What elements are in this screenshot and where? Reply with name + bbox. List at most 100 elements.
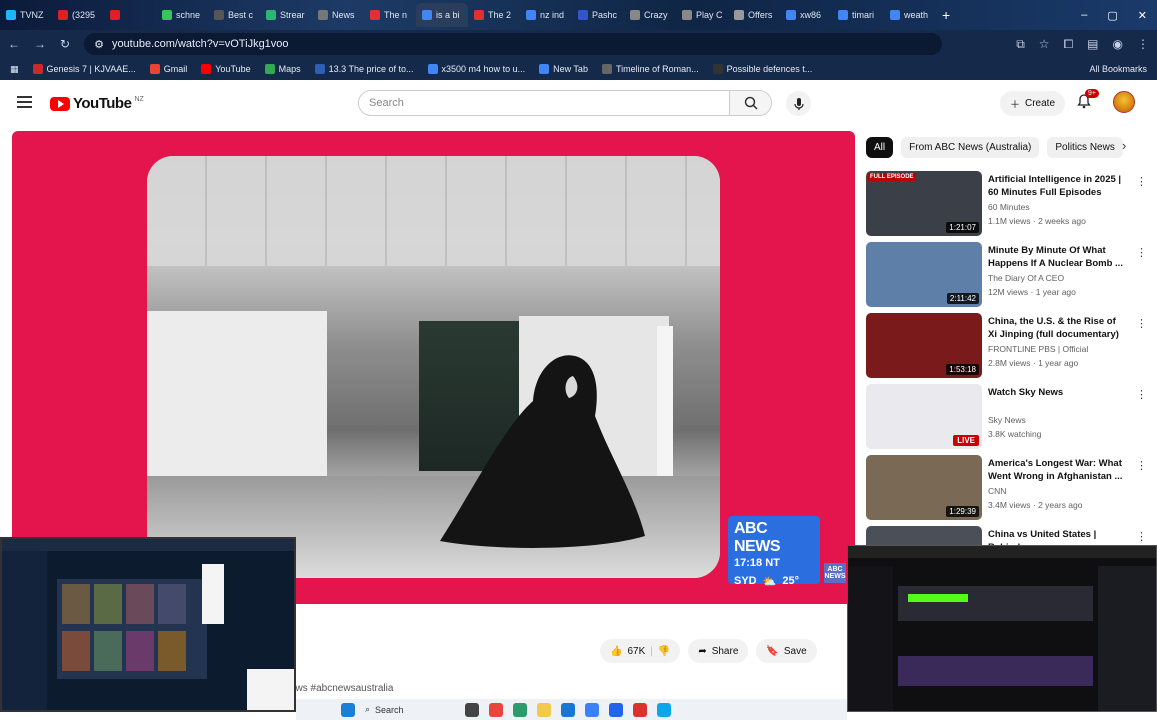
browser-icon[interactable]: [561, 702, 575, 717]
browser-tab[interactable]: schne: [156, 3, 208, 27]
reload-icon[interactable]: ↻: [60, 37, 70, 51]
more-options-icon[interactable]: ⋮: [1136, 388, 1147, 401]
browser-tab[interactable]: (3295: [52, 3, 104, 27]
floating-window-right[interactable]: [847, 545, 1157, 712]
youtube-logo[interactable]: YouTube NZ: [50, 95, 144, 112]
close-icon[interactable]: ✕: [1138, 9, 1147, 22]
browser-tab[interactable]: Crazy: [624, 3, 676, 27]
menu-hamburger-icon[interactable]: [17, 96, 32, 108]
bookmark-item[interactable]: Maps: [264, 64, 301, 74]
save-button[interactable]: 🔖 Save: [756, 639, 817, 663]
windows-start-icon[interactable]: [341, 702, 355, 717]
recommended-video[interactable]: FULL EPISODE 1:21:07 Artificial Intelligen…: [866, 171, 1147, 237]
video-title[interactable]: Artificial Intelligence in 2025 | 60 Min…: [988, 173, 1123, 199]
chevron-right-icon[interactable]: ›: [1122, 138, 1126, 153]
recommended-video[interactable]: 1:29:39 America's Longest War: What Went …: [866, 455, 1147, 521]
channel-name[interactable]: 60 Minutes: [988, 202, 1030, 212]
bookmark-item[interactable]: Timeline of Roman...: [601, 64, 699, 74]
sidebar-icon[interactable]: ▤: [1087, 37, 1098, 52]
channel-name[interactable]: Sky News: [988, 415, 1026, 425]
search-box[interactable]: Search: [358, 90, 772, 116]
maximize-icon[interactable]: ▢: [1107, 9, 1117, 22]
bookmark-item[interactable]: YouTube: [201, 64, 251, 74]
like-button[interactable]: 👍 67K | 👎: [600, 639, 681, 663]
browser-tab[interactable]: [104, 3, 156, 27]
forward-icon[interactable]: →: [34, 37, 46, 51]
bookmark-item[interactable]: x3500 m4 how to u...: [427, 64, 525, 74]
browser-tab[interactable]: nz ind: [520, 3, 572, 27]
video-title[interactable]: Minute By Minute Of What Happens If A Nu…: [988, 244, 1123, 270]
browser-tab[interactable]: News: [312, 3, 364, 27]
menu-icon[interactable]: ⋮: [1137, 37, 1149, 52]
all-bookmarks-button[interactable]: All Bookmarks: [1089, 64, 1147, 74]
video-thumbnail[interactable]: LIVE: [866, 384, 982, 449]
video-thumbnail[interactable]: 2:11:42: [866, 242, 982, 307]
video-thumbnail[interactable]: 1:53:18: [866, 313, 982, 378]
video-title[interactable]: China, the U.S. & the Rise of Xi Jinping…: [988, 315, 1123, 341]
floating-window-left[interactable]: [0, 537, 296, 712]
browser-tab[interactable]: is a bi: [416, 3, 468, 27]
video-title[interactable]: Watch Sky News: [988, 386, 1123, 399]
more-options-icon[interactable]: ⋮: [1136, 246, 1147, 259]
browser-tab[interactable]: Offers: [728, 3, 780, 27]
profile-icon[interactable]: ◉: [1113, 37, 1123, 52]
apps-icon[interactable]: ▦: [10, 64, 19, 75]
install-icon[interactable]: ⧉: [1016, 37, 1025, 52]
share-button[interactable]: ➦ Share: [688, 639, 749, 663]
back-icon[interactable]: ←: [8, 37, 20, 51]
browser-tab[interactable]: The n: [364, 3, 416, 27]
filter-chip[interactable]: From ABC News (Australia): [901, 136, 1040, 158]
address-bar[interactable]: ⚙ youtube.com/watch?v=vOTiJkg1voo: [84, 33, 943, 55]
extensions-icon[interactable]: ⧠: [1064, 37, 1074, 52]
video-player[interactable]: ABC NEWS 17:18 NT SYD ⛅ 25° ABC NEWS: [12, 131, 855, 604]
browser-tab[interactable]: The 2: [468, 3, 520, 27]
task-view-icon[interactable]: [465, 702, 479, 717]
app-icon-3[interactable]: [657, 702, 671, 717]
app-icon-2[interactable]: [633, 702, 647, 717]
app-icon[interactable]: [585, 702, 599, 717]
store-icon[interactable]: [609, 702, 623, 717]
taskbar-search[interactable]: ⌕ Search: [365, 704, 455, 715]
video-thumbnail[interactable]: 1:29:39: [866, 455, 982, 520]
filter-chip[interactable]: Politics News: [1047, 136, 1123, 158]
account-avatar[interactable]: [1113, 91, 1135, 113]
minimize-icon[interactable]: –: [1081, 9, 1087, 22]
edge-icon[interactable]: [513, 702, 527, 717]
notifications-button[interactable]: 9+: [1076, 89, 1099, 114]
browser-tab[interactable]: Pashc: [572, 3, 624, 27]
video-title[interactable]: America's Longest War: What Went Wrong i…: [988, 457, 1123, 483]
create-button[interactable]: ＋ Create: [1000, 91, 1066, 116]
more-options-icon[interactable]: ⋮: [1136, 175, 1147, 188]
browser-tab[interactable]: timari: [832, 3, 884, 27]
filter-chip[interactable]: All: [866, 136, 894, 158]
browser-tab[interactable]: Best c: [208, 3, 260, 27]
more-options-icon[interactable]: ⋮: [1136, 459, 1147, 472]
search-button[interactable]: [729, 91, 771, 115]
more-options-icon[interactable]: ⋮: [1136, 530, 1147, 543]
bookmark-item[interactable]: New Tab: [539, 64, 588, 74]
voice-search-button[interactable]: [786, 91, 811, 116]
bookmark-item[interactable]: Gmail: [149, 64, 187, 74]
bookmark-star-icon[interactable]: ☆: [1039, 37, 1050, 52]
new-tab-icon[interactable]: +: [942, 7, 950, 23]
thumbs-down-icon[interactable]: 👎: [658, 646, 670, 657]
video-thumbnail[interactable]: FULL EPISODE 1:21:07: [866, 171, 982, 236]
bookmark-item[interactable]: Possible defences t...: [712, 64, 812, 74]
recommended-video[interactable]: 2:11:42 Minute By Minute Of What Happens …: [866, 242, 1147, 308]
explorer-icon[interactable]: [537, 702, 551, 717]
browser-tab[interactable]: Strear: [260, 3, 312, 27]
chrome-icon[interactable]: [489, 702, 503, 717]
recommended-video[interactable]: LIVE Watch Sky News Sky News 3.8K watching ⋮: [866, 384, 1147, 450]
browser-tab[interactable]: Play C: [676, 3, 728, 27]
browser-tab[interactable]: weath: [884, 3, 936, 27]
bookmark-item[interactable]: Genesis 7 | KJVAAE...: [32, 64, 136, 74]
bookmark-item[interactable]: 13.3 The price of to...: [314, 64, 414, 74]
channel-name[interactable]: FRONTLINE PBS | Official: [988, 344, 1088, 354]
browser-tab[interactable]: TVNZ: [0, 3, 52, 27]
search-input[interactable]: Search: [359, 91, 729, 115]
more-options-icon[interactable]: ⋮: [1136, 317, 1147, 330]
recommended-video[interactable]: 1:53:18 China, the U.S. & the Rise of Xi …: [866, 313, 1147, 379]
channel-name[interactable]: The Diary Of A CEO: [988, 273, 1064, 283]
site-info-icon[interactable]: ⚙: [94, 38, 104, 51]
channel-name[interactable]: CNN: [988, 486, 1006, 496]
